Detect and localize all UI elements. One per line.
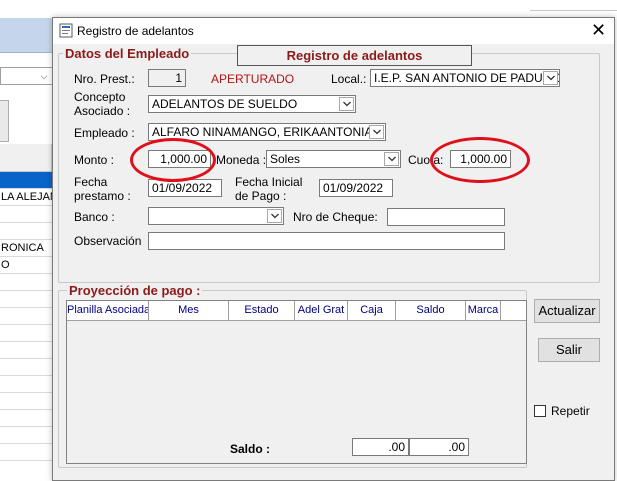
concepto-select[interactable]: ADELANTOS DE SUELDO	[148, 95, 356, 113]
moneda-select[interactable]: Soles	[266, 150, 401, 168]
background-grid-row[interactable]	[0, 206, 52, 223]
chevron-down-icon: ⌵	[40, 71, 48, 81]
column-header-adel-grat[interactable]: Adel Grat	[295, 301, 348, 320]
column-header-saldo[interactable]: Saldo	[396, 301, 466, 320]
background-grid-row[interactable]	[0, 444, 52, 461]
background-grid-row[interactable]	[0, 359, 52, 376]
fecha-inicial-label-line1: Fecha Inicial	[235, 175, 303, 189]
fecha-prestamo-input[interactable]: 01/09/2022	[148, 179, 222, 197]
background-grid-row[interactable]: RONICA	[0, 240, 52, 257]
background-grid-row[interactable]	[0, 342, 52, 359]
nro-prest-label: Nro. Prest.:	[74, 72, 135, 86]
background-window-edge	[530, 0, 617, 11]
chevron-down-icon[interactable]	[369, 125, 384, 139]
chevron-down-icon[interactable]	[384, 152, 399, 166]
background-grid-row[interactable]: LA ALEJAN	[0, 189, 52, 206]
background-grid-row[interactable]	[0, 427, 52, 444]
fecha-inicial-input[interactable]: 01/09/2022	[319, 179, 393, 197]
annotation-ellipse-cuota	[430, 137, 530, 183]
column-header-mes[interactable]: Mes	[149, 301, 229, 320]
fecha-prestamo-label-line2: prestamo :	[74, 189, 131, 203]
moneda-label: Moneda :	[216, 153, 267, 167]
fecha-prestamo-label-line1: Fecha	[74, 175, 108, 189]
employee-section-title: Datos del Empleado	[63, 46, 192, 61]
background-combo[interactable]: ⌵	[0, 67, 53, 85]
repetir-checkbox[interactable]	[534, 405, 546, 417]
chevron-down-icon[interactable]	[339, 97, 354, 111]
annotation-ellipse-monto	[130, 138, 216, 182]
saldo-label: Saldo :	[230, 442, 271, 456]
moneda-value: Soles	[270, 152, 301, 166]
close-button[interactable]: ✕	[583, 18, 614, 44]
title-bar[interactable]: Registro de adelantos ✕	[53, 18, 614, 44]
column-header-estado[interactable]: Estado	[229, 301, 295, 320]
empleado-value: ALFARO NINAMANGO, ERIKAANTONIA	[152, 125, 373, 139]
local-label: Local.:	[331, 72, 367, 86]
background-grid-header	[0, 144, 52, 172]
empleado-label: Empleado :	[74, 126, 135, 140]
monto-label: Monto :	[74, 153, 115, 167]
banner-title: Registro de adelantos	[237, 45, 472, 66]
window-title: Registro de adelantos	[77, 24, 194, 38]
background-grid-row[interactable]	[0, 410, 52, 427]
grid-header: Planilla Asociada Mes Estado Adel Grat C…	[67, 301, 526, 321]
background-grid-row[interactable]	[0, 308, 52, 325]
banco-select[interactable]	[148, 207, 284, 225]
background-grid-row[interactable]	[0, 393, 52, 410]
chevron-down-icon[interactable]	[267, 209, 282, 223]
chevron-down-icon[interactable]	[543, 71, 558, 85]
repetir-label[interactable]: Repetir	[551, 404, 590, 418]
app-icon	[59, 23, 73, 38]
observacion-input[interactable]	[148, 232, 505, 250]
concepto-value: ADELANTOS DE SUELDO	[152, 97, 298, 111]
background-grid-row[interactable]	[0, 172, 52, 189]
column-header-marca[interactable]: Marca	[466, 301, 501, 320]
background-grid-row[interactable]	[0, 376, 52, 393]
projection-section-title: Proyección de pago :	[67, 283, 203, 298]
saldo-total-1[interactable]: .00	[352, 438, 409, 456]
background-grid: LA ALEJAN RONICAO	[0, 172, 52, 481]
close-icon: ✕	[590, 20, 607, 40]
fecha-inicial-label-line2: de Pago :	[235, 189, 287, 203]
background-grid-row[interactable]	[0, 291, 52, 308]
background-grid-row[interactable]: O	[0, 257, 52, 274]
background-grid-row[interactable]	[0, 274, 52, 291]
actualizar-button[interactable]: Actualizar	[534, 299, 600, 323]
background-grid-row[interactable]	[0, 223, 52, 240]
background-grid-row[interactable]	[0, 325, 52, 342]
status-label: APERTURADO	[211, 72, 295, 86]
saldo-total-2[interactable]: .00	[409, 438, 469, 456]
nro-prest-field[interactable]: 1	[148, 69, 186, 87]
local-select[interactable]: I.E.P. SAN ANTONIO DE PADUA D	[370, 69, 560, 87]
registro-adelantos-dialog: Registro de adelantos ✕ Datos del Emplea…	[52, 17, 615, 481]
column-header-caja[interactable]: Caja	[348, 301, 396, 320]
observacion-label: Observación	[74, 234, 142, 248]
local-value: I.E.P. SAN ANTONIO DE PADUA D	[374, 71, 560, 85]
column-header-planilla[interactable]: Planilla Asociada	[67, 301, 149, 320]
background-header-band	[0, 18, 56, 53]
background-button[interactable]	[0, 100, 9, 142]
nro-cheque-label: Nro de Cheque:	[293, 210, 378, 224]
concepto-label-line1: Concepto	[74, 90, 126, 104]
nro-cheque-input[interactable]	[387, 208, 505, 226]
grid-vertical-scrollbar[interactable]	[512, 321, 526, 463]
banco-label: Banco :	[74, 210, 115, 224]
salir-button[interactable]: Salir	[538, 338, 600, 362]
concepto-label-line2: Asociado :	[74, 104, 131, 118]
